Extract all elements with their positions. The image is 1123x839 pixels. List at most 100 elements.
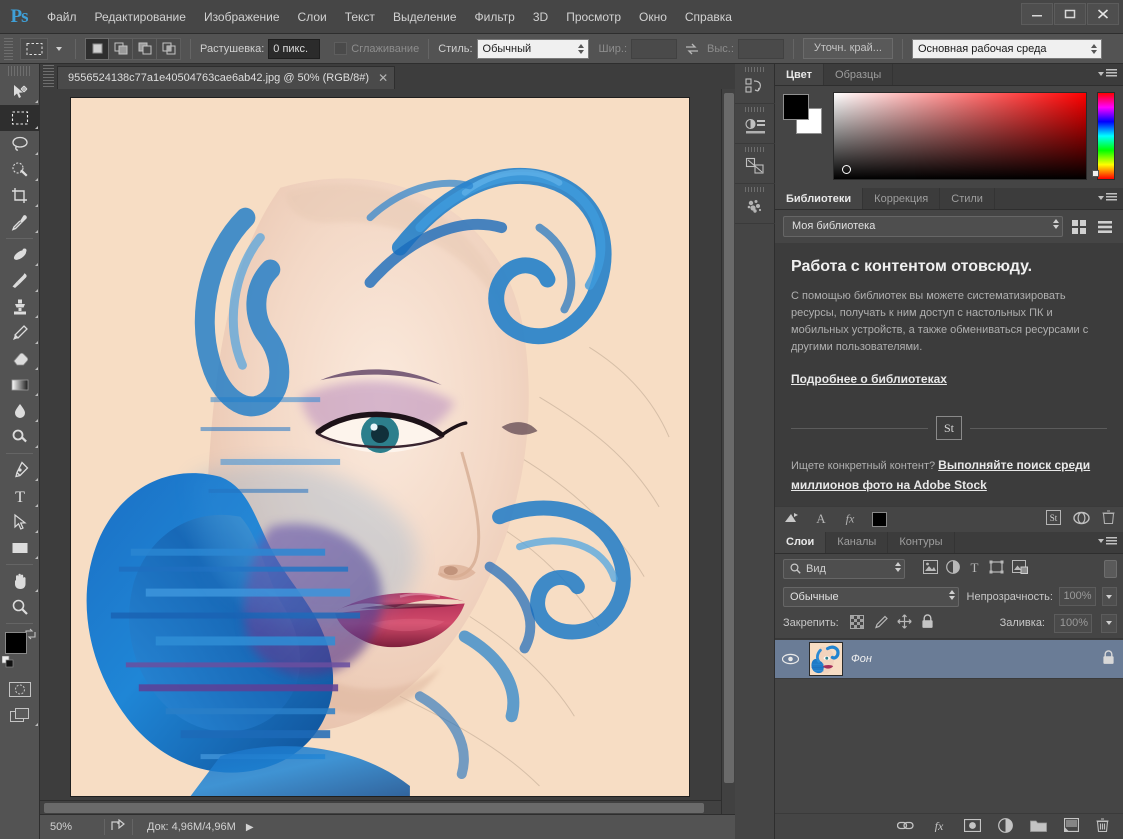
- menu-help[interactable]: Справка: [676, 7, 741, 27]
- adobe-stock-icon[interactable]: St: [1046, 510, 1061, 528]
- foreground-color-swatch[interactable]: [783, 94, 809, 120]
- chevron-right-icon[interactable]: ▶: [246, 822, 254, 833]
- menu-image[interactable]: Изображение: [195, 7, 289, 27]
- feather-input[interactable]: 0 пикс.: [268, 39, 320, 59]
- swap-dimensions-icon[interactable]: [681, 39, 703, 59]
- menu-view[interactable]: Просмотр: [557, 7, 630, 27]
- clone-stamp-tool[interactable]: [0, 294, 40, 320]
- lock-icon[interactable]: [1102, 650, 1115, 668]
- brush-tool[interactable]: [0, 268, 40, 294]
- fill-value[interactable]: 100%: [1054, 614, 1092, 633]
- filter-smart-object-icon[interactable]: [1012, 560, 1028, 577]
- style-select[interactable]: Обычный: [477, 39, 589, 59]
- tab-adjustments[interactable]: Коррекция: [863, 188, 940, 209]
- document-tab[interactable]: 9556524138c77a1e40504763cae6ab42.jpg @ 5…: [57, 66, 395, 89]
- history-brush-tool[interactable]: [0, 320, 40, 346]
- lock-position-icon[interactable]: [897, 614, 912, 632]
- hand-tool[interactable]: [0, 568, 40, 594]
- quick-selection-tool[interactable]: [0, 157, 40, 183]
- add-graphic-icon[interactable]: [783, 510, 800, 528]
- canvas-vertical-scrollbar[interactable]: [721, 89, 735, 814]
- menu-select[interactable]: Выделение: [384, 7, 466, 27]
- quick-mask-icon[interactable]: [0, 676, 40, 702]
- rectangle-shape-tool[interactable]: [0, 535, 40, 561]
- add-to-selection-button[interactable]: [109, 38, 133, 60]
- dodge-tool[interactable]: [0, 424, 40, 450]
- opacity-value[interactable]: 100%: [1059, 587, 1096, 606]
- blur-tool[interactable]: [0, 398, 40, 424]
- menu-layers[interactable]: Слои: [289, 7, 336, 27]
- gradient-tool[interactable]: [0, 372, 40, 398]
- paths-panel-icon[interactable]: [735, 144, 775, 184]
- filter-pixel-icon[interactable]: [923, 560, 938, 577]
- rectangular-marquee-icon[interactable]: [20, 38, 48, 60]
- tool-preset-chevron-down-icon[interactable]: [52, 38, 66, 60]
- blend-mode-select[interactable]: Обычные: [783, 587, 959, 607]
- panel-menu-icon[interactable]: [1098, 193, 1117, 202]
- spot-healing-tool[interactable]: [0, 242, 40, 268]
- color-picker-handle[interactable]: [842, 165, 851, 174]
- library-select[interactable]: Моя библиотека: [783, 216, 1063, 237]
- tab-layers[interactable]: Слои: [775, 532, 826, 553]
- filter-adjustment-icon[interactable]: [946, 560, 960, 577]
- close-icon[interactable]: ✕: [378, 73, 388, 83]
- zoom-level[interactable]: 50%: [50, 821, 98, 833]
- layer-name[interactable]: Фон: [851, 653, 1094, 665]
- image-canvas[interactable]: [70, 97, 690, 797]
- layer-filter-select[interactable]: Вид: [783, 559, 905, 579]
- delete-icon[interactable]: [1102, 510, 1115, 528]
- grid-view-icon[interactable]: [1069, 217, 1089, 237]
- pen-tool[interactable]: [0, 457, 40, 483]
- menu-filter[interactable]: Фильтр: [466, 7, 524, 27]
- menu-type[interactable]: Текст: [336, 7, 384, 27]
- list-view-icon[interactable]: [1095, 217, 1115, 237]
- filter-type-icon[interactable]: T: [968, 560, 981, 577]
- eye-icon[interactable]: [779, 653, 801, 665]
- intersect-with-selection-button[interactable]: [157, 38, 181, 60]
- fill-chevron-down-icon[interactable]: [1101, 614, 1117, 633]
- properties-panel-icon[interactable]: [735, 104, 775, 144]
- layer-filter-toggle[interactable]: [1104, 560, 1117, 578]
- crop-tool[interactable]: [0, 183, 40, 209]
- menu-edit[interactable]: Редактирование: [86, 7, 195, 27]
- document-tab-grip[interactable]: [43, 65, 54, 87]
- share-icon[interactable]: [111, 819, 126, 835]
- hue-slider[interactable]: [1097, 92, 1115, 180]
- height-input[interactable]: [738, 39, 784, 59]
- tab-styles[interactable]: Стили: [940, 188, 995, 209]
- menu-3d[interactable]: 3D: [524, 7, 557, 27]
- maximize-icon[interactable]: [1054, 3, 1086, 25]
- canvas-horizontal-scrollbar[interactable]: [40, 800, 721, 814]
- tab-swatches[interactable]: Образцы: [824, 64, 893, 85]
- history-panel-icon[interactable]: [735, 64, 775, 104]
- lock-transparent-pixels-icon[interactable]: [850, 615, 864, 632]
- options-bar-grip[interactable]: [4, 38, 13, 60]
- menu-file[interactable]: Файл: [38, 7, 86, 27]
- width-input[interactable]: [631, 39, 677, 59]
- workspace-select[interactable]: Основная рабочая среда: [912, 39, 1102, 59]
- lasso-tool[interactable]: [0, 131, 40, 157]
- brush-panel-icon[interactable]: [735, 184, 775, 224]
- add-layer-style-icon[interactable]: fx: [842, 510, 858, 528]
- hue-slider-handle[interactable]: [1092, 170, 1099, 177]
- add-layer-mask-icon[interactable]: [964, 819, 981, 835]
- learn-more-link[interactable]: Подробнее о библиотеках: [791, 372, 947, 386]
- layer-style-fx-icon[interactable]: fx: [931, 818, 947, 835]
- add-color-icon[interactable]: [872, 512, 887, 527]
- opacity-chevron-down-icon[interactable]: [1102, 587, 1117, 606]
- lock-all-icon[interactable]: [921, 614, 934, 632]
- scrollbar-thumb[interactable]: [724, 93, 734, 783]
- reset-colors-icon[interactable]: [2, 656, 14, 671]
- tab-color[interactable]: Цвет: [775, 64, 824, 85]
- filter-shape-icon[interactable]: [989, 560, 1004, 577]
- path-selection-tool[interactable]: [0, 509, 40, 535]
- zoom-tool[interactable]: [0, 594, 40, 620]
- creative-cloud-sync-icon[interactable]: [1073, 511, 1090, 528]
- refine-edge-button[interactable]: Уточн. край...: [803, 38, 893, 59]
- panel-menu-icon[interactable]: [1098, 69, 1117, 78]
- scrollbar-thumb[interactable]: [44, 803, 704, 813]
- canvas-viewport[interactable]: [40, 89, 735, 814]
- link-layers-icon[interactable]: [897, 819, 914, 835]
- layer-thumbnail[interactable]: [809, 642, 843, 676]
- screen-mode-icon[interactable]: [0, 702, 40, 728]
